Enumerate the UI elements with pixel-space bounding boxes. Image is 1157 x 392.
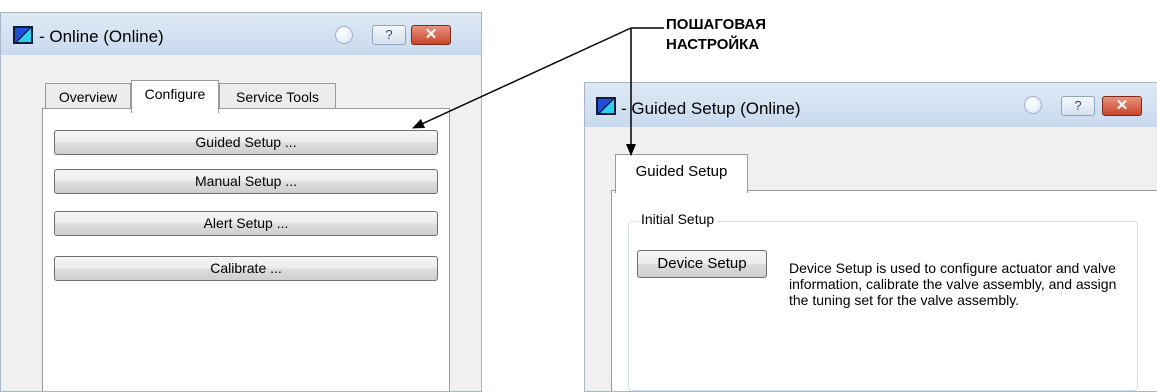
device-setup-description: Device Setup is used to configure actuat… — [789, 260, 1117, 308]
help-button[interactable]: ? — [372, 25, 406, 45]
initial-setup-group-label: Initial Setup — [638, 211, 718, 227]
tab-service-tools[interactable]: Service Tools — [219, 83, 336, 109]
guided-setup-window-title: - Guided Setup (Online) — [621, 99, 801, 118]
callout-line-1: ПОШАГОВАЯ — [666, 16, 767, 33]
online-window: - Online (Online) ? ✕ Overview Configure… — [0, 12, 482, 392]
calibrate-button[interactable]: Calibrate ... — [54, 256, 438, 281]
tab-overview[interactable]: Overview — [45, 83, 131, 109]
configure-tab-panel: Guided Setup ... Manual Setup ... Alert … — [42, 108, 450, 391]
callout-label: ПОШАГОВАЯ НАСТРОЙКА — [666, 15, 766, 55]
close-button[interactable]: ✕ — [411, 25, 451, 45]
help-button[interactable]: ? — [1061, 96, 1095, 116]
callout-line-2: НАСТРОЙКА — [666, 36, 760, 53]
close-button[interactable]: ✕ — [1102, 96, 1142, 116]
guided-setup-window-titlebar[interactable]: - Guided Setup (Online) ? ✕ — [585, 83, 1157, 127]
status-circle-icon — [1024, 96, 1042, 114]
app-icon — [13, 26, 33, 44]
guided-setup-button[interactable]: Guided Setup ... — [54, 130, 438, 155]
guided-setup-tab-panel: Initial Setup Device Setup Device Setup … — [611, 190, 1157, 391]
online-window-titlebar[interactable]: - Online (Online) ? ✕ — [1, 13, 481, 55]
app-icon — [596, 97, 616, 115]
guided-setup-window: - Guided Setup (Online) ? ✕ Guided Setup… — [584, 82, 1157, 392]
device-setup-button[interactable]: Device Setup — [637, 250, 767, 278]
status-circle-icon — [335, 26, 353, 44]
tab-guided-setup[interactable]: Guided Setup — [615, 154, 748, 193]
online-window-title: - Online (Online) — [39, 27, 164, 46]
alert-setup-button[interactable]: Alert Setup ... — [54, 211, 438, 236]
tab-configure[interactable]: Configure — [131, 80, 219, 113]
manual-setup-button[interactable]: Manual Setup ... — [54, 169, 438, 194]
initial-setup-group: Initial Setup Device Setup Device Setup … — [628, 211, 1138, 391]
